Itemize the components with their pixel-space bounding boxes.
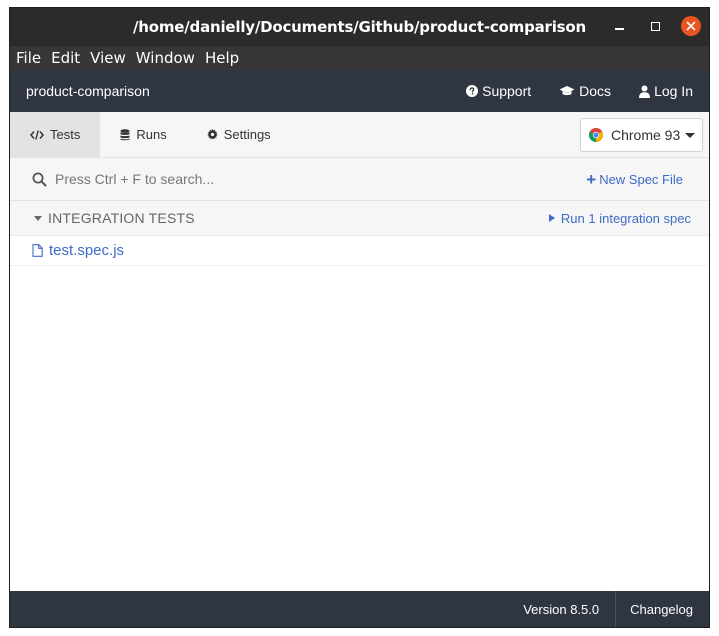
new-spec-file-label: New Spec File [599,171,683,187]
chrome-icon [589,128,603,142]
tab-settings[interactable]: Settings [187,112,291,157]
support-link[interactable]: Support [466,83,531,99]
tabs-bar: Tests Runs Settings Chrome 93 [10,112,709,158]
code-icon [30,129,44,140]
window-controls [593,16,701,36]
plus-icon: + [586,169,597,189]
menu-edit[interactable]: Edit [51,49,80,67]
caret-down-icon [685,132,696,138]
version-label: Version 8.5.0 [523,601,600,617]
docs-label: Docs [579,83,612,99]
login-label: Log In [654,83,693,99]
menu-bar: File Edit View Window Help [10,45,709,70]
browser-select-value: Chrome 93 [611,127,681,143]
minimize-icon [614,28,624,30]
menu-view[interactable]: View [90,49,126,67]
close-icon [686,21,696,31]
search-input[interactable] [55,171,587,187]
minimize-button[interactable] [609,16,629,36]
spec-file-row[interactable]: test.spec.js [10,236,709,266]
caret-down-icon [34,215,42,221]
maximize-button[interactable] [645,16,665,36]
tab-settings-label: Settings [223,127,271,142]
title-bar[interactable]: /home/danielly/Documents/Github/product-… [10,8,709,45]
docs-link[interactable]: Docs [559,83,611,99]
question-circle-icon [466,85,479,97]
database-icon [120,128,130,140]
tab-tests-label: Tests [50,127,81,142]
footer: Version 8.5.0 Changelog [10,591,709,627]
user-icon [639,85,651,98]
support-label: Support [482,83,532,99]
search-bar: + New Spec File [10,158,709,201]
maximize-icon [650,21,660,31]
tab-tests[interactable]: Tests [10,112,101,157]
changelog-link[interactable]: Changelog [616,602,709,617]
menu-help[interactable]: Help [205,49,239,67]
run-integration-specs-label: Run 1 integration spec [560,210,691,226]
tab-runs-label: Runs [136,127,167,142]
integration-tests-toggle[interactable]: INTEGRATION TESTS [34,210,549,226]
tab-runs[interactable]: Runs [100,112,186,157]
integration-tests-title: INTEGRATION TESTS [48,210,195,226]
new-spec-file-button[interactable]: + New Spec File [586,171,683,188]
menu-window[interactable]: Window [136,49,195,67]
file-icon [32,244,43,257]
gear-icon [207,129,218,140]
window-title: /home/danielly/Documents/Github/product-… [132,17,586,36]
app-header: product-comparison Support Docs Log In [10,70,709,112]
login-link[interactable]: Log In [639,83,693,99]
run-integration-specs-button[interactable]: Run 1 integration spec [548,210,691,226]
project-name: product-comparison [26,83,150,99]
integration-tests-header: INTEGRATION TESTS Run 1 integration spec [10,201,709,236]
graduation-cap-icon [559,86,575,96]
app-window: /home/danielly/Documents/Github/product-… [9,7,710,628]
menu-file[interactable]: File [16,49,41,67]
browser-select[interactable]: Chrome 93 [580,118,703,152]
play-icon [548,214,555,222]
spec-file-name: test.spec.js [49,242,125,259]
search-icon [32,172,47,186]
close-button[interactable] [681,16,701,36]
